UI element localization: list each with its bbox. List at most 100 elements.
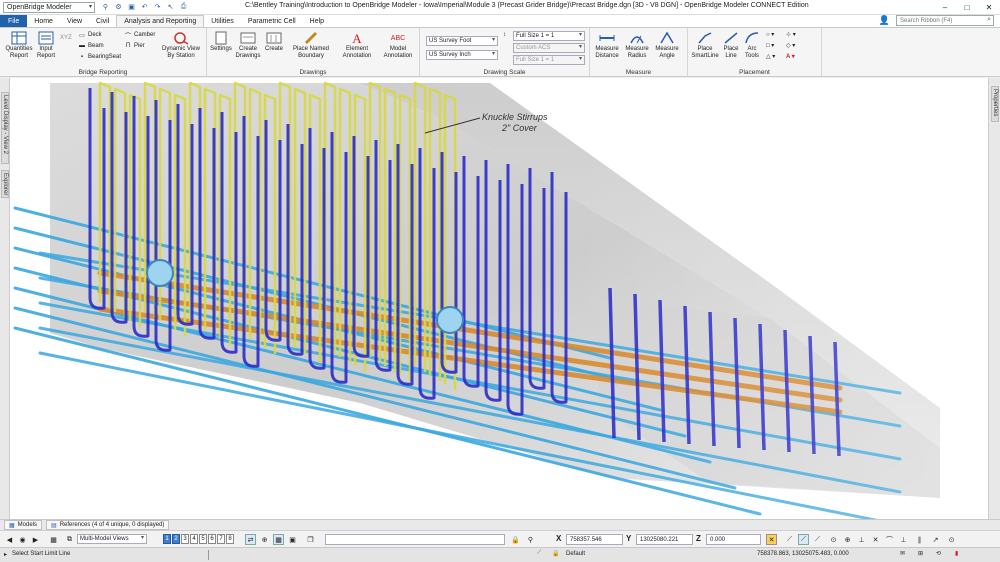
image-icon[interactable]: ▣: [287, 534, 298, 545]
rectangle-tool-icon[interactable]: □ ▾: [766, 42, 774, 49]
text-tool-icon[interactable]: A ▾: [786, 53, 795, 60]
close-button[interactable]: ✕: [978, 0, 1000, 15]
intersection-snap-icon[interactable]: ✕: [870, 534, 881, 545]
nearest-snap-icon[interactable]: ⟋: [798, 534, 809, 545]
ellipse-tool-icon[interactable]: ⊹ ▾: [786, 31, 796, 38]
explorer-tab[interactable]: Explorer: [1, 170, 9, 198]
center-snap-icon[interactable]: ⊙: [828, 534, 839, 545]
settings-icon[interactable]: ⚙: [114, 3, 123, 12]
active-level[interactable]: Default: [566, 551, 585, 557]
view-toggle-8[interactable]: 8: [226, 534, 234, 544]
camber-button[interactable]: ⌒ Camber: [124, 31, 155, 40]
key-in-field[interactable]: [325, 534, 505, 545]
scale-lock-icon[interactable]: ↕: [503, 32, 506, 38]
units-secondary-select[interactable]: US Survey Inch ▾: [426, 50, 498, 60]
tab-parametric-cell[interactable]: Parametric Cell: [241, 15, 303, 27]
workspace-dropdown[interactable]: OpenBridge Modeler ▾: [3, 1, 95, 13]
rebar-model-render[interactable]: Knuckle Stirrups 2" Cover: [10, 78, 988, 519]
view-toggle-7[interactable]: 7: [217, 534, 225, 544]
accudraw-status-icon[interactable]: ⊞: [918, 550, 923, 557]
circle-tool-icon[interactable]: ○ ▾: [766, 31, 774, 38]
beam-button[interactable]: ▬ Beam: [78, 42, 104, 50]
pier-button[interactable]: Π Pier: [124, 42, 145, 50]
undo-icon[interactable]: ↶: [140, 3, 149, 12]
tab-civil[interactable]: Civil: [89, 15, 116, 27]
deck-button[interactable]: ▭ Deck: [78, 31, 102, 39]
place-smartline-button[interactable]: Place SmartLine: [690, 31, 720, 60]
arc-tools-button[interactable]: Arc Tools: [742, 31, 762, 60]
view-window[interactable]: Knuckle Stirrups 2" Cover: [10, 78, 988, 519]
view-toggle-5[interactable]: 5: [199, 534, 207, 544]
input-report-button[interactable]: Input Report: [36, 31, 56, 60]
place-line-button[interactable]: Place Line: [720, 31, 742, 60]
print-icon[interactable]: ⎙: [179, 3, 188, 12]
views-icon[interactable]: ▦: [48, 534, 59, 545]
create-drawings-button[interactable]: Create Drawings: [234, 31, 262, 60]
scale-secondary-select[interactable]: Full Size 1 = 1 ▾: [513, 55, 585, 65]
filter-icon[interactable]: ⚲: [525, 534, 536, 545]
tab-help[interactable]: Help: [303, 15, 331, 27]
window-icon[interactable]: ❐: [305, 534, 316, 545]
save-icon[interactable]: ▣: [127, 3, 136, 12]
tab-utilities[interactable]: Utilities: [204, 15, 241, 27]
select-icon[interactable]: ↖: [166, 3, 175, 12]
view-nav-icon[interactable]: ◉: [17, 534, 28, 545]
lock-status-icon[interactable]: 🔒: [552, 550, 559, 557]
element-annotation-button[interactable]: A Element Annotation: [339, 31, 375, 60]
tab-home[interactable]: Home: [27, 15, 60, 27]
properties-tab[interactable]: Properties: [991, 86, 999, 122]
measure-angle-button[interactable]: Measure Angle: [652, 31, 682, 60]
x-coordinate-field[interactable]: 758357.546: [566, 534, 623, 545]
measure-distance-button[interactable]: Measure Distance: [592, 31, 622, 60]
back-icon[interactable]: ◀: [4, 534, 15, 545]
midpoint-snap-icon[interactable]: ⟋: [812, 534, 823, 545]
redo-icon[interactable]: ↷: [153, 3, 162, 12]
dynamic-view-by-station-button[interactable]: Dynamic View By Station: [158, 31, 204, 60]
shape-tool-icon[interactable]: ◇ ▾: [786, 42, 795, 49]
design-history-icon[interactable]: ⟲: [936, 550, 941, 557]
view-toggle-3[interactable]: 3: [181, 534, 189, 544]
measure-radius-button[interactable]: Measure Radius: [622, 31, 652, 60]
view-toggle-2[interactable]: 2: [172, 534, 180, 544]
close-snap-icon[interactable]: ✕: [766, 534, 777, 545]
keypoint-snap-icon[interactable]: ⟋: [784, 534, 795, 545]
model-views-icon[interactable]: ⧉: [64, 534, 75, 545]
polygon-tool-icon[interactable]: △ ▾: [766, 53, 775, 60]
y-coordinate-field[interactable]: 13025080.221: [636, 534, 693, 545]
level-display-tab[interactable]: Level Display - View 2: [1, 92, 9, 164]
parallel-snap-icon[interactable]: ∥: [914, 534, 925, 545]
models-tab[interactable]: ▦ Models: [4, 520, 43, 530]
tab-file[interactable]: File: [0, 15, 28, 27]
minimize-button[interactable]: –: [934, 0, 956, 15]
lock-icon[interactable]: 🔒: [510, 534, 521, 545]
bearingseat-button[interactable]: ▪ BearingSeat: [78, 53, 121, 61]
tab-view[interactable]: View: [60, 15, 89, 27]
maximize-button[interactable]: □: [956, 0, 978, 15]
grid-icon[interactable]: ▦: [273, 534, 284, 545]
create-button[interactable]: Create: [263, 31, 285, 53]
bisector-snap-icon[interactable]: ⊥: [856, 534, 867, 545]
smartline-status-icon[interactable]: ⟋: [537, 550, 541, 557]
point-on-snap-icon[interactable]: ⊙: [946, 534, 957, 545]
snap-icon[interactable]: ⊕: [259, 534, 270, 545]
tangent-snap-icon[interactable]: ⌒: [884, 534, 895, 545]
view-toggle-1[interactable]: 1: [163, 534, 171, 544]
model-annotation-button[interactable]: ABC Model Annotation: [379, 31, 417, 60]
user-icon[interactable]: 👤: [879, 15, 890, 26]
tab-analysis-reporting[interactable]: Analysis and Reporting: [116, 15, 205, 27]
perpendicular-snap-icon[interactable]: ⊥: [898, 534, 909, 545]
scale-select[interactable]: Full Size 1 = 1 ▾: [513, 31, 585, 41]
ribbon-search-input[interactable]: Search Ribbon (F4) ⌕: [896, 15, 994, 26]
z-coordinate-field[interactable]: 0.000: [706, 534, 761, 545]
forward-icon[interactable]: ▶: [30, 534, 41, 545]
quantities-report-button[interactable]: Quantities Report: [4, 31, 34, 60]
view-toggle-4[interactable]: 4: [190, 534, 198, 544]
xyz-button[interactable]: XYZ: [60, 35, 72, 41]
settings-button[interactable]: Settings: [209, 31, 233, 53]
origin-snap-icon[interactable]: ⊕: [842, 534, 853, 545]
through-point-snap-icon[interactable]: ↗: [930, 534, 941, 545]
view-toggle-6[interactable]: 6: [208, 534, 216, 544]
acs-select[interactable]: Custom ACS ▾: [513, 43, 585, 53]
multi-model-views-select[interactable]: Multi-Model Views ▾: [77, 534, 147, 544]
references-tab[interactable]: ▤ References (4 of 4 unique, 0 displayed…: [46, 520, 170, 530]
